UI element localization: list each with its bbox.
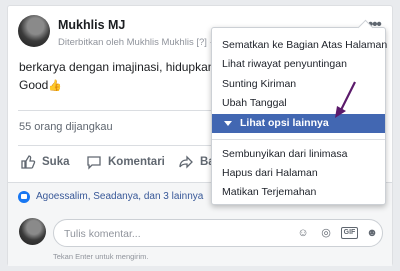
thumbs-up-icon bbox=[21, 155, 36, 169]
menu-item-remove[interactable]: Hapus dari Halaman bbox=[212, 164, 385, 183]
like-button[interactable]: Suka bbox=[20, 154, 70, 170]
caret-down-icon bbox=[224, 121, 232, 126]
comment-icon bbox=[87, 156, 101, 170]
gif-icon[interactable]: GIF bbox=[341, 227, 358, 239]
author-avatar[interactable] bbox=[18, 15, 50, 47]
post-text-line-1: berkarya dengan imajinasi, hidupkan ki bbox=[19, 60, 227, 74]
menu-item-edit-history[interactable]: Lihat riwayat penyuntingan bbox=[212, 55, 385, 74]
share-button[interactable]: Ba bbox=[178, 154, 215, 170]
comment-hint: Tekan Enter untuk mengirim. bbox=[53, 252, 149, 261]
post-body: berkarya dengan imajinasi, hidupkan ki G… bbox=[19, 58, 226, 95]
comment-label: Komentari bbox=[108, 156, 165, 168]
comment-button[interactable]: Komentari bbox=[86, 154, 165, 170]
menu-divider bbox=[212, 139, 385, 140]
post-meta: Diterbitkan oleh Mukhlis Mukhlis [?] · bbox=[58, 37, 213, 48]
like-reaction-icon bbox=[18, 191, 30, 203]
comment-section: Tulis komentar... ☺ ◎ GIF ☻ Tekan Enter … bbox=[8, 212, 392, 266]
menu-item-more-options-label: Lihat opsi lainnya bbox=[240, 117, 329, 129]
commenter-avatar bbox=[19, 218, 46, 245]
annotation-arrow-icon bbox=[335, 81, 356, 118]
emoji-icon[interactable]: ☺ bbox=[296, 226, 310, 240]
thumbs-up-emoji: 👍 bbox=[48, 80, 63, 92]
share-icon bbox=[179, 155, 193, 169]
camera-icon[interactable]: ◎ bbox=[319, 226, 333, 240]
like-label: Suka bbox=[42, 156, 70, 168]
reach-count[interactable]: 55 orang dijangkau bbox=[19, 121, 113, 133]
comment-input[interactable]: Tulis komentar... ☺ ◎ GIF ☻ bbox=[53, 219, 383, 247]
sticker-icon[interactable]: ☻ bbox=[365, 226, 379, 240]
menu-item-hide[interactable]: Sembunyikan dari linimasa bbox=[212, 145, 385, 164]
author-name[interactable]: Mukhlis MJ bbox=[58, 18, 125, 32]
comment-placeholder: Tulis komentar... bbox=[64, 228, 141, 240]
likes-names[interactable]: Agoessalim, Seadanya, dan 3 lainnya bbox=[36, 191, 203, 202]
menu-item-turn-off-translation[interactable]: Matikan Terjemahan bbox=[212, 183, 385, 202]
menu-item-pin[interactable]: Sematkan ke Bagian Atas Halaman bbox=[212, 36, 387, 55]
post-text-line-2: Good bbox=[19, 78, 49, 92]
